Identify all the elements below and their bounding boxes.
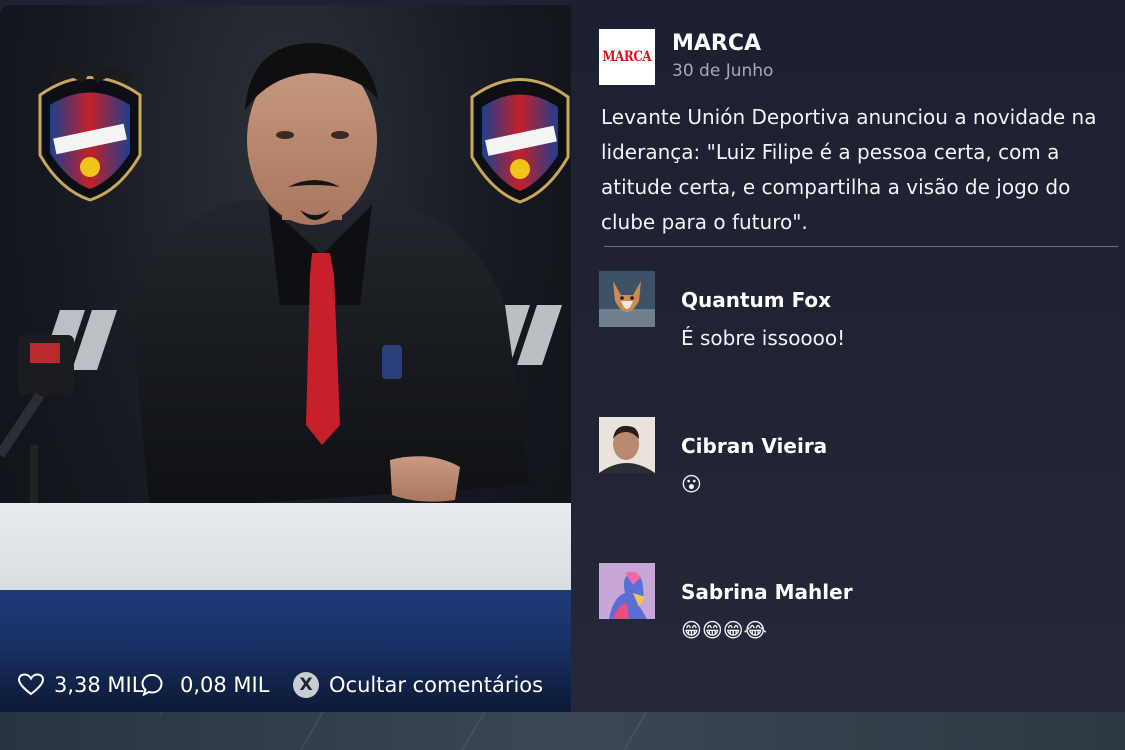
avatar-fox <box>599 271 655 327</box>
like-button[interactable]: 3,38 MIL <box>18 667 143 703</box>
post-text: Levante Unión Deportiva anunciou a novid… <box>601 105 1097 234</box>
comment-icon <box>141 673 163 697</box>
hide-comments-button[interactable]: X Ocultar comentários <box>293 667 543 703</box>
comment-text: 😁😁😁😂 <box>681 618 767 642</box>
comment-item: Cibran Vieira 😮 <box>599 417 1099 507</box>
comment-item: Quantum Fox É sobre issoooo! <box>599 271 1099 361</box>
comment-text: É sobre issoooo! <box>681 326 846 350</box>
heart-icon <box>18 673 44 696</box>
comment-author[interactable]: Cibran Vieira <box>681 434 827 458</box>
divider <box>604 246 1118 247</box>
comment-text: 😮 <box>681 472 702 496</box>
avatar-sabrina <box>599 563 655 619</box>
comment-author[interactable]: Quantum Fox <box>681 288 831 312</box>
comments-button[interactable]: 0,08 MIL <box>140 667 269 703</box>
comment-item: Sabrina Mahler 😁😁😁😂 <box>599 563 1099 653</box>
comments-count: 0,08 MIL <box>180 673 270 697</box>
marca-logo: MARCA <box>599 29 655 85</box>
post-date: 30 de Junho <box>672 61 774 81</box>
screen: 3,38 MIL 0,08 MIL X Ocultar comentários … <box>0 0 1125 750</box>
comments-panel: MARCA MARCA 30 de Junho Levante Unión De… <box>571 0 1125 712</box>
marca-logo-text: MARCA <box>602 49 652 65</box>
post-photo: 3,38 MIL 0,08 MIL X Ocultar comentários <box>0 5 571 712</box>
crest-left <box>38 68 142 202</box>
likes-count: 3,38 MIL <box>54 673 144 697</box>
desk-top <box>0 503 571 598</box>
post-actions: 3,38 MIL 0,08 MIL X Ocultar comentários <box>18 667 558 703</box>
background-strip <box>0 712 1125 750</box>
crest-right <box>470 78 570 204</box>
avatar-cibran <box>599 417 655 473</box>
comment-author[interactable]: Sabrina Mahler <box>681 580 853 604</box>
source-name: MARCA <box>672 31 762 56</box>
x-button-icon: X <box>293 672 319 698</box>
hide-comments-label: Ocultar comentários <box>329 673 544 697</box>
